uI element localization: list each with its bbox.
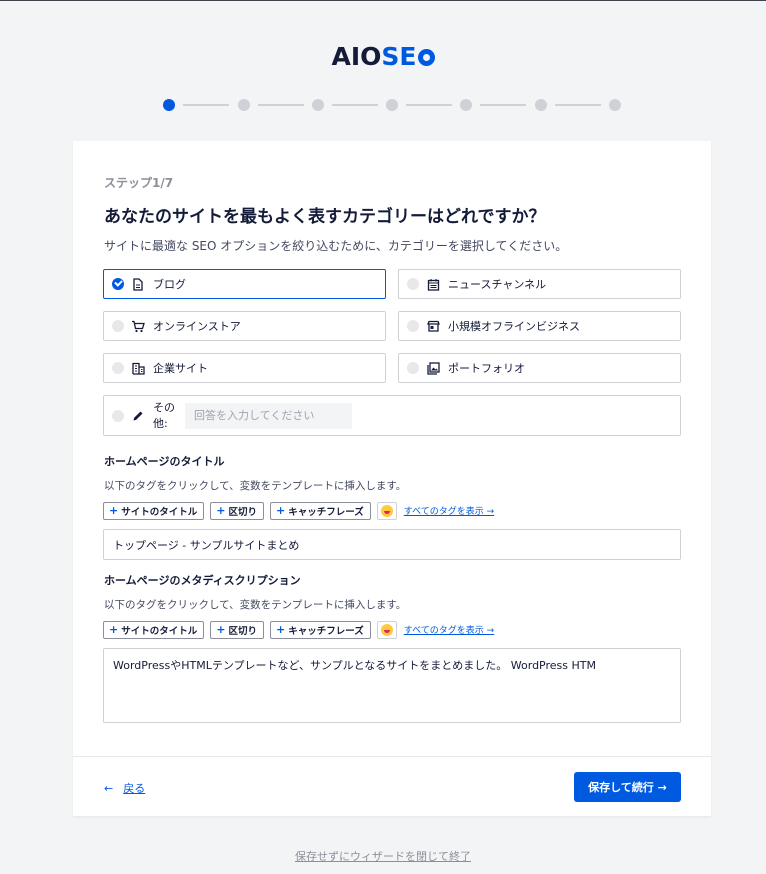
home-description-heading: ホームページのメタディスクリプション xyxy=(104,574,301,587)
step-dot-2 xyxy=(238,99,250,111)
logo-text-aio: AIO xyxy=(331,42,382,71)
logo-text-se: SE xyxy=(381,42,417,71)
plus-icon: + xyxy=(275,623,286,636)
tag-label: サイトのタイトル xyxy=(121,506,198,518)
save-and-continue-button[interactable]: 保存して続行 → xyxy=(574,772,681,802)
category-option-portfolio[interactable]: ポートフォリオ xyxy=(398,353,681,383)
tag-label: サイトのタイトル xyxy=(121,625,198,637)
radio-icon xyxy=(112,409,124,422)
category-option-online-store[interactable]: オンラインストア xyxy=(103,311,386,341)
emoji-icon xyxy=(380,623,393,636)
other-answer-input[interactable] xyxy=(185,402,352,429)
category-label: オンラインストア xyxy=(153,320,241,333)
footer-divider xyxy=(73,756,711,757)
aioseo-logo: AIOSE xyxy=(0,42,766,71)
home-description-tag-row: + サイトのタイトル + 区切り + キャッチフレーズ すべてのタグを表示 → xyxy=(103,620,494,639)
tag-label: キャッチフレーズ xyxy=(288,506,364,518)
emoji-picker-button[interactable] xyxy=(376,620,397,639)
back-link[interactable]: ← 戻る xyxy=(104,780,145,796)
radio-icon xyxy=(112,362,124,374)
step-dot-1 xyxy=(163,99,175,111)
plus-icon: + xyxy=(216,504,226,517)
step-connector xyxy=(406,104,452,106)
radio-icon xyxy=(112,320,124,332)
plus-icon: + xyxy=(216,623,226,636)
home-title-input[interactable]: トップページ - サンプルサイトまとめ xyxy=(103,529,681,560)
home-title-tag-row: + サイトのタイトル + 区切り + キャッチフレーズ すべてのタグを表示 → xyxy=(103,501,494,520)
back-label: 戻る xyxy=(123,782,146,795)
step-connector xyxy=(332,104,378,106)
image-icon xyxy=(426,361,440,375)
view-all-tags-link[interactable]: すべてのタグを表示 → xyxy=(404,623,494,636)
tag-tagline-button[interactable]: + キャッチフレーズ xyxy=(269,620,371,639)
view-all-tags-link[interactable]: すべてのタグを表示 → xyxy=(404,504,494,517)
cart-icon xyxy=(131,319,145,333)
radio-icon xyxy=(407,362,419,374)
home-description-description: 以下のタグをクリックして、変数をテンプレートに挿入します。 xyxy=(104,599,407,611)
store-icon xyxy=(426,319,440,333)
question-title: あなたのサイトを最もよく表すカテゴリーはどれですか？ xyxy=(104,207,546,227)
other-label: その他: xyxy=(153,400,175,430)
step-dot-5 xyxy=(460,99,472,111)
tag-site-title-button[interactable]: + サイトのタイトル xyxy=(103,501,205,520)
tag-tagline-button[interactable]: + キャッチフレーズ xyxy=(269,501,371,520)
calendar-icon xyxy=(426,277,440,291)
step-label: ステップ1/7 xyxy=(104,176,174,190)
document-icon xyxy=(131,277,145,291)
category-option-corporate[interactable]: 企業サイト xyxy=(103,353,386,383)
step-connector xyxy=(480,104,526,106)
tag-label: 区切り xyxy=(228,625,257,637)
arrow-left-icon: ← xyxy=(104,781,114,795)
category-option-local-business[interactable]: 小規模オフラインビジネス xyxy=(398,311,681,341)
emoji-icon xyxy=(380,504,393,517)
home-title-description: 以下のタグをクリックして、変数をテンプレートに挿入します。 xyxy=(104,480,407,492)
category-option-news[interactable]: ニュースチャンネル xyxy=(398,269,681,299)
emoji-picker-button[interactable] xyxy=(376,501,397,520)
category-label: 小規模オフラインビジネス xyxy=(448,320,580,333)
category-label: ポートフォリオ xyxy=(448,362,525,375)
wizard-progress xyxy=(163,98,623,112)
step-dot-7 xyxy=(609,99,621,111)
radio-checked-icon xyxy=(112,278,124,290)
tag-separator-button[interactable]: + 区切り xyxy=(210,620,264,639)
step-connector xyxy=(555,104,601,106)
logo-gear-icon xyxy=(417,49,435,66)
category-option-other[interactable]: その他: xyxy=(103,395,681,436)
tag-site-title-button[interactable]: + サイトのタイトル xyxy=(103,620,205,639)
exit-wizard-link[interactable]: 保存せずにウィザードを閉じて終了 xyxy=(0,848,766,864)
category-label: ブログ xyxy=(153,278,186,291)
tag-label: 区切り xyxy=(228,506,257,518)
step-dot-3 xyxy=(312,99,324,111)
step-dot-4 xyxy=(386,99,398,111)
radio-icon xyxy=(407,278,419,290)
step-connector xyxy=(258,104,304,106)
wizard-card: ステップ1/7 あなたのサイトを最もよく表すカテゴリーはどれですか？ サイトに最… xyxy=(73,141,711,816)
question-description: サイトに最適な SEO オプションを絞り込むために、カテゴリーを選択してください… xyxy=(104,239,568,253)
category-option-blog[interactable]: ブログ xyxy=(103,269,386,299)
tag-separator-button[interactable]: + 区切り xyxy=(210,501,264,520)
home-description-textarea[interactable]: WordPressやHTMLテンプレートなど、サンプルとなるサイトをまとめました… xyxy=(103,648,681,723)
plus-icon: + xyxy=(275,504,286,517)
home-title-heading: ホームページのタイトル xyxy=(104,455,225,468)
tag-label: キャッチフレーズ xyxy=(288,625,364,637)
top-border xyxy=(0,0,766,1)
step-dot-6 xyxy=(535,99,547,111)
plus-icon: + xyxy=(109,623,119,636)
plus-icon: + xyxy=(109,504,119,517)
category-label: 企業サイト xyxy=(153,362,208,375)
radio-icon xyxy=(407,320,419,332)
building-icon xyxy=(131,361,145,375)
category-label: ニュースチャンネル xyxy=(448,278,547,291)
step-connector xyxy=(183,104,229,106)
exit-wizard-label: 保存せずにウィザードを閉じて終了 xyxy=(295,850,471,863)
pencil-icon xyxy=(131,409,145,423)
